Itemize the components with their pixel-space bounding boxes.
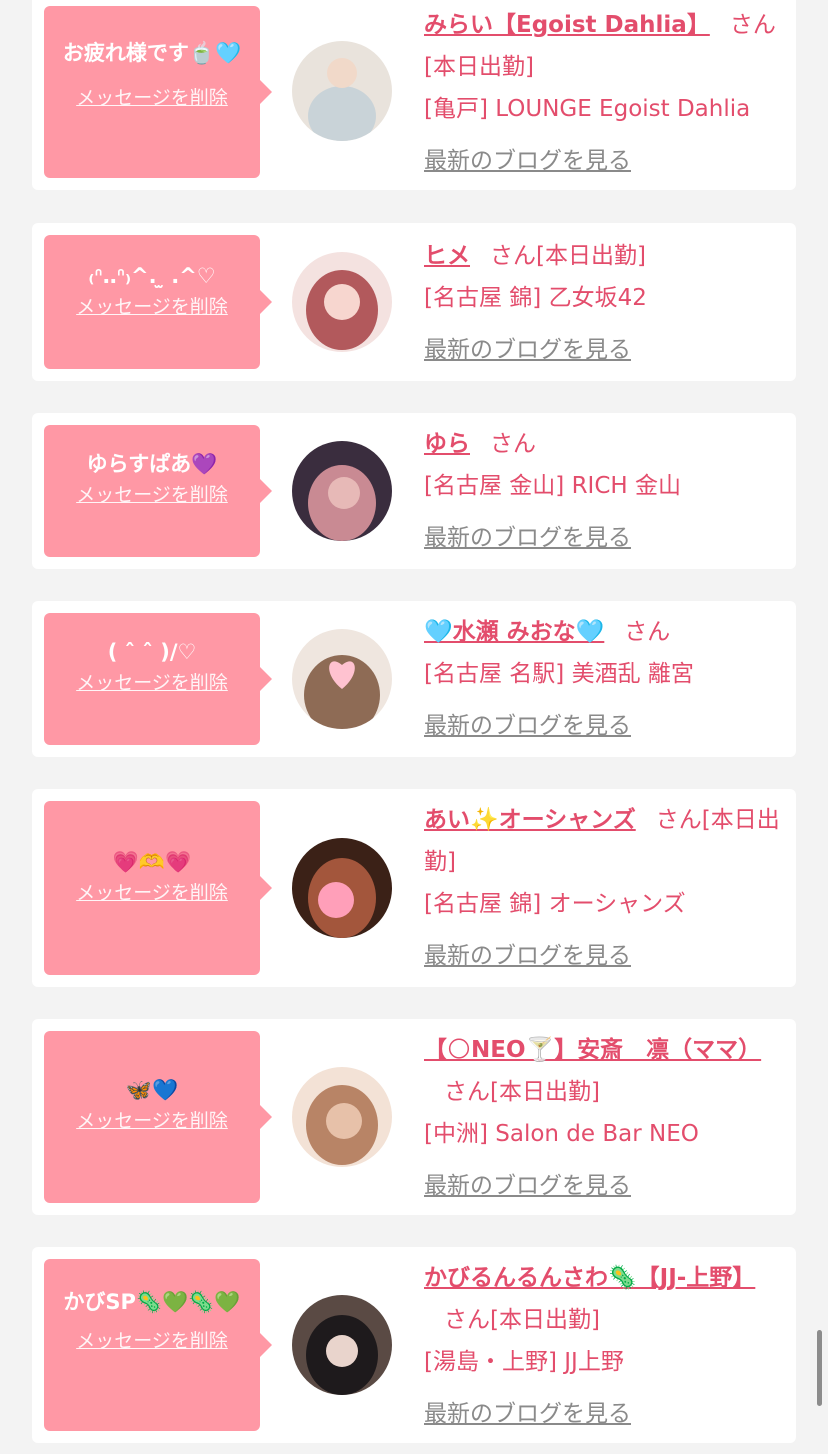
message-bubble: お疲れ様です🍵🩵 メッセージを削除 [44,6,272,178]
delete-message-link[interactable]: メッセージを削除 [44,1107,260,1135]
blog-link[interactable]: 最新のブログを見る [424,1165,784,1207]
blog-link[interactable]: 最新のブログを見る [424,705,784,747]
message-bubble: 🦋💙 メッセージを削除 [44,1031,272,1203]
message-text: かびSP🦠💚🦠💚 [63,1290,241,1314]
shop-name: [名古屋 錦] オーシャンズ [424,891,686,917]
honorific: さん [444,1079,490,1105]
cast-info: ゆら さん [名古屋 金山] RICH 金山 最新のブログを見る [424,423,784,559]
message-text: ゆらすぱあ💜 [86,452,218,476]
blog-link[interactable]: 最新のブログを見る [424,140,784,182]
cast-info: 【🌕NEO🍸】安斎 凛（ママ） さん[本日出勤] [中洲] Salon de Ba… [424,1029,784,1207]
message-text: 🦋💙 [125,1078,179,1102]
message-card: 🦋💙 メッセージを削除 【🌕NEO🍸】安斎 凛（ママ） さん[本日出勤] [中洲]… [32,1019,796,1215]
cast-name-link[interactable]: あい✨オーシャンズ [424,807,636,833]
work-status: [本日出勤] [536,243,646,269]
cast-info: かびるんるんさわ🦠【JJ-上野】さん[本日出勤] [湯島・上野] JJ上野 最新… [424,1257,784,1435]
delete-message-link[interactable]: メッセージを削除 [44,1327,260,1355]
message-card: 💗🫶💗 メッセージを削除 あい✨オーシャンズ さん[本日出勤] [名古屋 錦] オ… [32,789,796,987]
cast-name-link[interactable]: ゆら [424,431,470,457]
cast-name-link[interactable]: かびるんるんさわ🦠【JJ-上野】 [424,1265,755,1291]
cast-name-link[interactable]: ヒメ [424,243,470,269]
avatar[interactable] [292,1067,392,1167]
message-bubble: かびSP🦠💚🦠💚 メッセージを削除 [44,1259,272,1431]
cast-name-link[interactable]: みらい【Egoist Dahlia】 [424,12,710,38]
cast-name-link[interactable]: 🩵水瀬 みおな🩵 [424,619,604,645]
avatar[interactable] [292,1295,392,1395]
avatar[interactable] [292,629,392,729]
honorific: さん [655,807,702,833]
cast-info: あい✨オーシャンズ さん[本日出勤] [名古屋 錦] オーシャンズ 最新のブログを… [424,799,784,977]
shop-name: [名古屋 錦] 乙女坂42 [424,285,647,311]
message-bubble: ゆらすぱあ💜 メッセージを削除 [44,425,272,557]
honorific: さん [490,431,536,457]
honorific: さん [490,243,536,269]
scrollbar[interactable] [817,1330,822,1406]
avatar[interactable] [292,838,392,938]
honorific: さん [624,619,671,645]
delete-message-link[interactable]: メッセージを削除 [44,669,260,697]
message-card: ゆらすぱあ💜 メッセージを削除 ゆら さん [名古屋 金山] RICH 金山 最新… [32,413,796,569]
cast-info: みらい【Egoist Dahlia】 さん [本日出勤] [亀戸] LOUNGE E… [424,4,784,182]
message-bubble: ( ˆ ˆ )/♡ メッセージを削除 [44,613,272,745]
message-card: ( ˆ ˆ )/♡ メッセージを削除 🩵水瀬 みおな🩵 さん [名古屋 名駅] 美… [32,601,796,757]
cast-info: 🩵水瀬 みおな🩵 さん [名古屋 名駅] 美酒乱 離宮 最新のブログを見る [424,611,784,747]
message-card: お疲れ様です🍵🩵 メッセージを削除 みらい【Egoist Dahlia】 さん [本… [32,0,796,190]
message-text: ₍ᐢ‥ᐢ₎^. ̫ .^♡ [88,264,216,288]
cast-name-link[interactable]: 【🌕NEO🍸】安斎 凛（ママ） [424,1037,761,1063]
delete-message-link[interactable]: メッセージを削除 [44,84,260,112]
message-bubble: 💗🫶💗 メッセージを削除 [44,801,272,975]
shop-name: [湯島・上野] JJ上野 [424,1349,624,1375]
blog-link[interactable]: 最新のブログを見る [424,329,784,371]
blog-link[interactable]: 最新のブログを見る [424,517,784,559]
shop-name: [中洲] Salon de Bar NEO [424,1121,699,1147]
delete-message-link[interactable]: メッセージを削除 [44,481,260,509]
cast-info: ヒメ さん[本日出勤] [名古屋 錦] 乙女坂42 最新のブログを見る [424,235,784,371]
message-text: お疲れ様です🍵🩵 [62,41,242,65]
message-text: ( ˆ ˆ )/♡ [107,640,197,664]
blog-link[interactable]: 最新のブログを見る [424,935,784,977]
avatar[interactable] [292,41,392,141]
message-bubble: ₍ᐢ‥ᐢ₎^. ̫ .^♡ メッセージを削除 [44,235,272,369]
work-status: [本日出勤] [490,1307,600,1333]
delete-message-link[interactable]: メッセージを削除 [44,879,260,907]
delete-message-link[interactable]: メッセージを削除 [44,293,260,321]
honorific: さん [444,1307,490,1333]
blog-link[interactable]: 最新のブログを見る [424,1393,784,1435]
shop-name: [名古屋 金山] RICH 金山 [424,473,681,499]
work-status: [本日出勤] [490,1079,600,1105]
shop-name: [名古屋 名駅] 美酒乱 離宮 [424,661,694,687]
message-card: かびSP🦠💚🦠💚 メッセージを削除 かびるんるんさわ🦠【JJ-上野】さん[本日出… [32,1247,796,1443]
work-status: [本日出勤] [424,54,534,80]
message-text: 💗🫶💗 [112,850,192,874]
message-card: ₍ᐢ‥ᐢ₎^. ̫ .^♡ メッセージを削除 ヒメ さん[本日出勤] [名古屋 錦… [32,223,796,381]
shop-name: [亀戸] LOUNGE Egoist Dahlia [424,96,751,122]
avatar[interactable] [292,441,392,541]
avatar[interactable] [292,252,392,352]
honorific: さん [729,12,776,38]
